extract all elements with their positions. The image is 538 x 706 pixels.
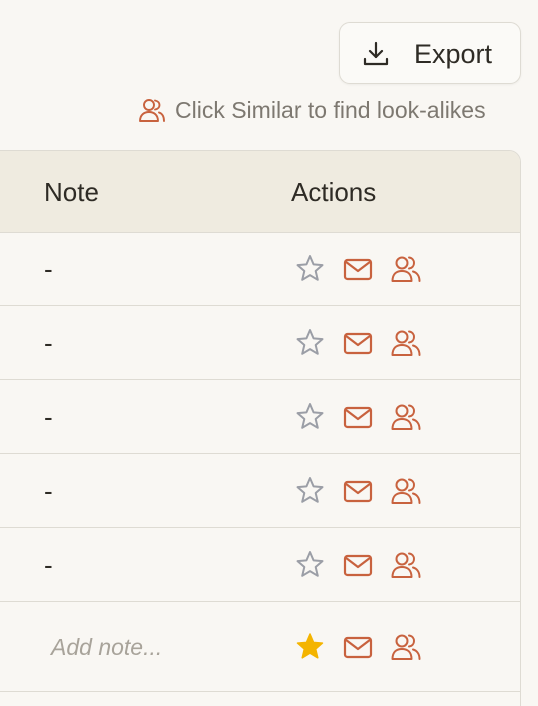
similar-hint: Click Similar to find look-alikes — [138, 95, 486, 125]
note-cell: - — [44, 402, 53, 432]
mail-icon[interactable] — [342, 549, 374, 581]
table-row: - — [0, 454, 520, 528]
find-similar-users-icon[interactable] — [390, 401, 422, 433]
note-cell: - — [44, 328, 53, 358]
export-button[interactable]: Export — [339, 22, 521, 84]
find-similar-users-icon[interactable] — [390, 327, 422, 359]
table-row: - — [0, 232, 520, 306]
star-icon[interactable] — [294, 327, 326, 359]
mail-icon[interactable] — [342, 631, 374, 663]
star-icon[interactable] — [294, 631, 326, 663]
download-icon — [361, 39, 391, 69]
hint-text: Click Similar to find look-alikes — [175, 96, 486, 123]
mail-icon[interactable] — [342, 253, 374, 285]
table-row: Add note... — [0, 602, 520, 692]
export-label: Export — [414, 39, 493, 69]
mail-icon[interactable] — [342, 475, 374, 507]
users-icon — [138, 96, 166, 124]
column-header-actions: Actions — [291, 177, 377, 207]
find-similar-users-icon[interactable] — [390, 253, 422, 285]
contacts-table: Note Actions - - - - - Add note... — [0, 150, 521, 706]
table-header: Note Actions — [0, 151, 520, 233]
find-similar-users-icon[interactable] — [390, 631, 422, 663]
star-icon[interactable] — [294, 253, 326, 285]
table-row: - — [0, 306, 520, 380]
star-icon[interactable] — [294, 475, 326, 507]
add-note-placeholder[interactable]: Add note... — [51, 633, 162, 661]
page: Export Click Similar to find look-alikes… — [0, 0, 538, 706]
find-similar-users-icon[interactable] — [390, 549, 422, 581]
note-cell: - — [44, 476, 53, 506]
star-icon[interactable] — [294, 549, 326, 581]
star-icon[interactable] — [294, 401, 326, 433]
table-row: - — [0, 380, 520, 454]
table-row: - — [0, 528, 520, 602]
note-cell: - — [44, 254, 53, 284]
note-cell: - — [44, 550, 53, 580]
find-similar-users-icon[interactable] — [390, 475, 422, 507]
column-header-note: Note — [44, 177, 99, 207]
mail-icon[interactable] — [342, 401, 374, 433]
mail-icon[interactable] — [342, 327, 374, 359]
